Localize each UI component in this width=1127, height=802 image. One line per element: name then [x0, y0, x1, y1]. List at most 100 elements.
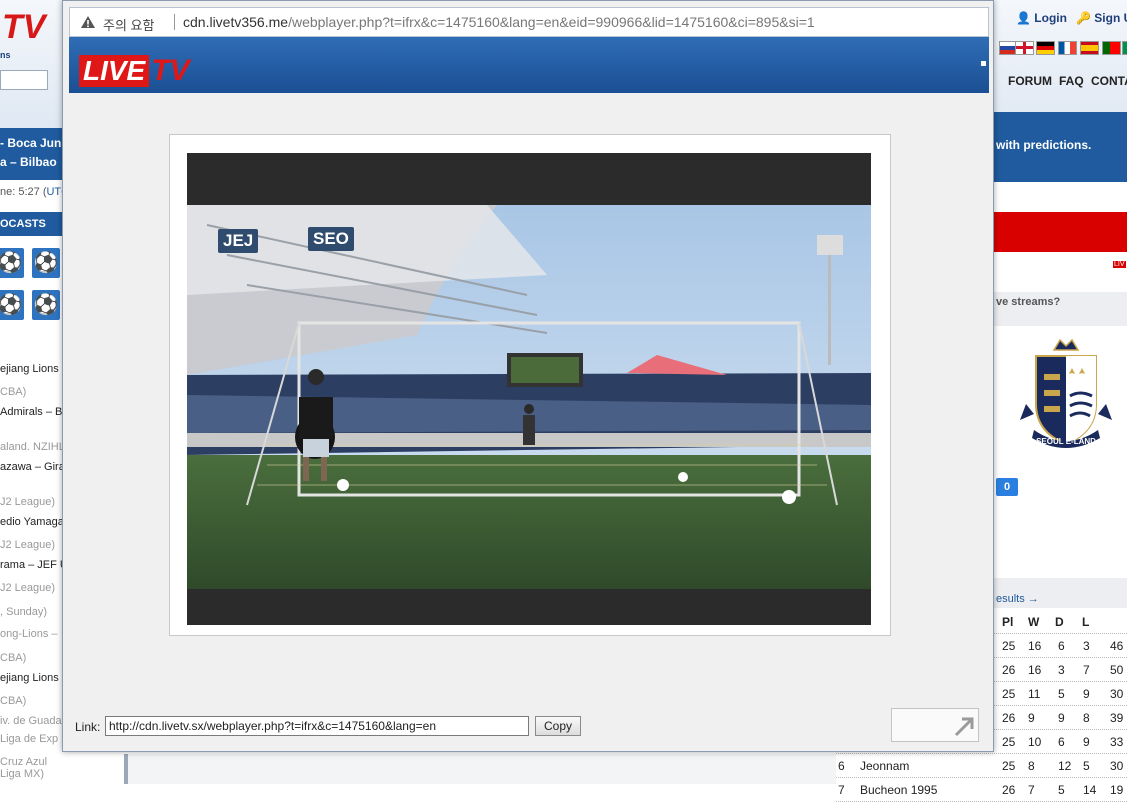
table-cell-w: 9: [1028, 711, 1035, 725]
table-cell-pl: 26: [1002, 783, 1016, 797]
address-url[interactable]: cdn.livetv356.me/webplayer.php?t=ifrx&c=…: [183, 14, 815, 30]
bg-list-item: CBA): [0, 695, 27, 707]
popup-window[interactable]: 주의 요함 cdn.livetv356.me/webplayer.php?t=i…: [62, 0, 994, 752]
bg-nav-faq[interactable]: FAQ: [1059, 74, 1084, 88]
video-frame[interactable]: JEJ SEO: [187, 205, 871, 589]
bg-sport-icon[interactable]: ⚽: [32, 290, 60, 320]
bg-live-badge: LIV: [1113, 261, 1126, 268]
table-cell-l: 7: [1083, 663, 1090, 677]
bg-list-item[interactable]: rama – JEF U: [0, 559, 68, 571]
bg-list-item: J2 League): [0, 539, 56, 551]
address-bar[interactable]: 주의 요함 cdn.livetv356.me/webplayer.php?t=i…: [69, 7, 989, 37]
table-cell-d: 6: [1058, 735, 1065, 749]
bg-search-input[interactable]: [0, 70, 48, 90]
table-cell-pts: 30: [1110, 759, 1124, 773]
bg-counter-badge[interactable]: 0: [996, 478, 1018, 496]
flag-pt-icon[interactable]: [1102, 41, 1121, 55]
bg-streams-question: ve streams?: [996, 296, 1061, 308]
table-cell-team: Bucheon 1995: [860, 783, 938, 797]
bg-sport-icon[interactable]: ⚽: [0, 248, 24, 278]
table-cell-l: 8: [1083, 711, 1090, 725]
bg-featured-event[interactable]: a – Bilbao: [0, 155, 57, 169]
user-icon: 👤: [1016, 11, 1031, 25]
flag-de-icon[interactable]: [1036, 41, 1055, 55]
bg-signup-link[interactable]: 🔑 Sign U: [1076, 11, 1127, 25]
bg-list-item: CBA): [0, 386, 27, 398]
bg-login-link[interactable]: 👤 Login: [1016, 11, 1067, 25]
url-path: /webplayer.php?t=ifrx&c=1475160&lang=en&…: [288, 14, 815, 30]
table-cell-l: 9: [1083, 687, 1090, 701]
address-separator: [174, 14, 175, 30]
bg-red-banner[interactable]: [994, 212, 1127, 252]
table-cell-d: 5: [1058, 687, 1065, 701]
table-cell-d: 9: [1058, 711, 1065, 725]
bg-time-label: ne: 5:27 (UTC: [0, 186, 70, 198]
bg-featured-events: - Boca Juni a – Bilbao: [0, 128, 65, 180]
bg-list-item[interactable]: ejiang Lions: [0, 363, 59, 375]
table-cell-pts: 30: [1110, 687, 1124, 701]
table-cell-pos: 6: [838, 759, 845, 773]
table-cell-pl: 25: [1002, 687, 1016, 701]
table-cell-d: 6: [1058, 639, 1065, 653]
bg-nav-forum[interactable]: FORUM: [1008, 74, 1052, 88]
header-dot: [981, 61, 986, 66]
bg-list-item: J2 League): [0, 582, 56, 594]
table-cell-l: 14: [1083, 783, 1097, 797]
bg-footer-strip: [128, 754, 836, 784]
bg-site-tagline: ns: [0, 50, 11, 60]
table-row[interactable]: 7 Bucheon 1995 26 7 5 14 19: [836, 778, 1127, 802]
table-header-cell: Pl: [1002, 615, 1014, 629]
copy-button[interactable]: Copy: [535, 716, 581, 736]
bg-site-logo[interactable]: TV: [2, 8, 45, 47]
home-team-tag: JEJ: [218, 229, 259, 253]
bg-sport-icon[interactable]: ⚽: [32, 248, 60, 278]
crest-text: SEOUL E-LAND: [1036, 437, 1096, 446]
link-input[interactable]: [105, 716, 529, 736]
table-cell-pts: 39: [1110, 711, 1124, 725]
table-header-cell: W: [1028, 615, 1040, 629]
flag-fr-icon[interactable]: [1058, 41, 1077, 55]
bg-list-item[interactable]: Admirals – Bo: [0, 406, 68, 418]
bg-list-item: Liga MX): [0, 768, 45, 780]
table-cell-team: Jeonnam: [860, 759, 910, 773]
livetv-logo[interactable]: LIVE TV: [79, 55, 190, 87]
table-cell-l: 5: [1083, 759, 1090, 773]
logo-live: LIVE: [79, 55, 150, 87]
table-cell-d: 3: [1058, 663, 1065, 677]
table-cell-w: 16: [1028, 639, 1042, 653]
bg-list-item[interactable]: ejiang Lions: [0, 672, 59, 684]
bg-list-item: J2 League): [0, 496, 56, 508]
bg-results-link[interactable]: esults →: [996, 593, 1039, 605]
flag-en-icon[interactable]: [1015, 41, 1034, 55]
away-team-tag: SEO: [308, 227, 354, 251]
flag-es-icon[interactable]: [1080, 41, 1099, 55]
table-cell-pts: 33: [1110, 735, 1124, 749]
bg-featured-event[interactable]: - Boca Juni: [0, 136, 65, 150]
bg-predictions-text[interactable]: with predictions.: [996, 138, 1091, 152]
table-cell-pl: 25: [1002, 639, 1016, 653]
bg-list-item[interactable]: edio Yamaga: [0, 516, 64, 528]
bg-list-item: iv. de Guada: [0, 715, 62, 727]
bg-list-item[interactable]: azawa – Gira: [0, 461, 65, 473]
table-cell-d: 5: [1058, 783, 1065, 797]
table-cell-pos: 7: [838, 783, 845, 797]
table-row[interactable]: 6 Jeonnam 25 8 12 5 30: [836, 754, 1127, 778]
table-cell-pl: 25: [1002, 759, 1016, 773]
bg-broadcasts-header: OCASTS: [0, 212, 64, 236]
expand-button[interactable]: [891, 708, 979, 742]
table-cell-pl: 26: [1002, 711, 1016, 725]
bg-sport-icon[interactable]: ⚽: [0, 290, 24, 320]
bg-list-item: Cruz Azul: [0, 756, 48, 768]
bg-list-item: CBA): [0, 652, 27, 664]
table-cell-w: 7: [1028, 783, 1035, 797]
stadium-scene: [187, 205, 871, 589]
table-header-cell: L: [1082, 615, 1090, 629]
flag-it-icon[interactable]: [1122, 41, 1127, 55]
url-host: cdn.livetv356.me: [183, 14, 289, 30]
bg-nav-contact[interactable]: CONTA: [1091, 74, 1127, 88]
table-header-cell: D: [1055, 615, 1064, 629]
table-cell-l: 9: [1083, 735, 1090, 749]
bg-list-item: ong-Lions –: [0, 628, 58, 640]
table-cell-pl: 25: [1002, 735, 1016, 749]
security-warning-label[interactable]: 주의 요함: [103, 15, 154, 34]
